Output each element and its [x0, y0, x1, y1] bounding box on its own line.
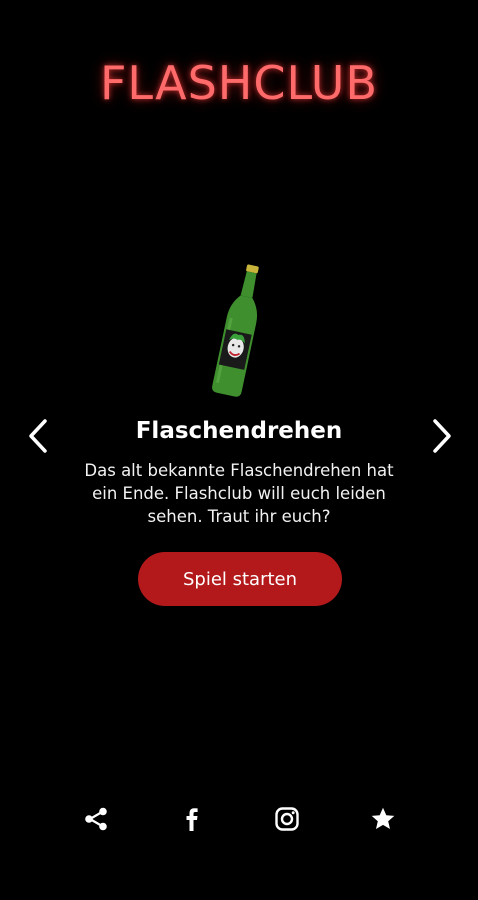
- facebook-button[interactable]: [177, 804, 207, 834]
- share-button[interactable]: [81, 804, 111, 834]
- game-description: Das alt bekannte Flaschendrehen hat ein …: [84, 461, 394, 526]
- share-icon: [85, 807, 107, 831]
- bottle-icon: [212, 264, 259, 397]
- game-title: Flaschendrehen: [135, 418, 343, 444]
- start-game-button[interactable]: Spiel starten: [138, 552, 342, 606]
- app-logo: FLASHCLUB: [99, 56, 379, 110]
- facebook-icon: [186, 808, 198, 831]
- instagram-button[interactable]: [272, 804, 302, 834]
- rate-button[interactable]: [368, 804, 398, 834]
- star-icon: [371, 807, 395, 829]
- instagram-icon: [275, 807, 299, 831]
